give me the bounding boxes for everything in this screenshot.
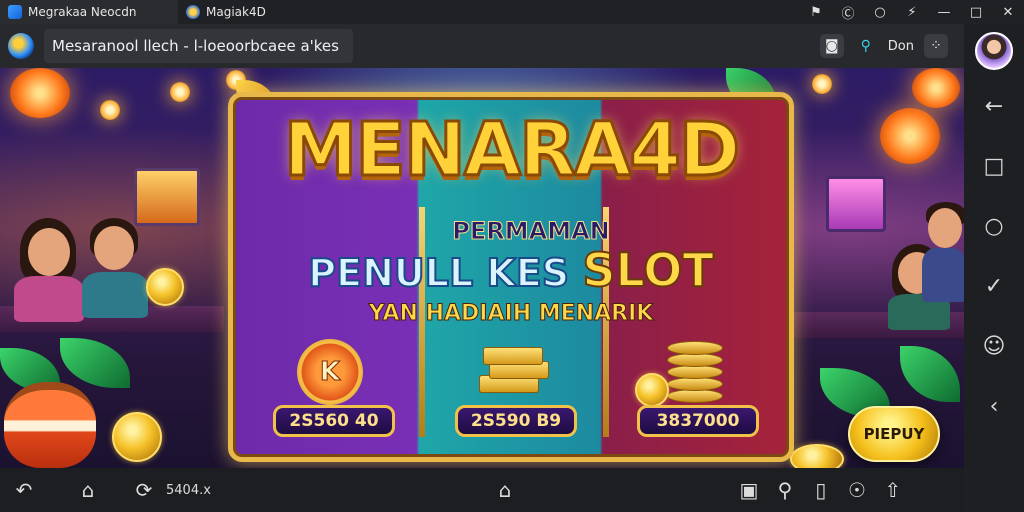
avatar[interactable]: [975, 32, 1013, 70]
banner-line-2a: PENULL KES: [307, 250, 570, 296]
lantern-decoration: [880, 108, 940, 164]
don-label[interactable]: Don: [888, 39, 914, 54]
profile-icon[interactable]: ⚑: [800, 0, 832, 24]
coin-icon: [186, 5, 200, 19]
close-icon[interactable]: ✕: [992, 0, 1024, 24]
search-icon[interactable]: ⚲: [854, 34, 878, 58]
location-icon[interactable]: ☉: [839, 472, 875, 508]
coin-stack: [667, 377, 723, 391]
tab-label: Magiak4D: [206, 5, 266, 19]
game-banner[interactable]: MENARA4D PERMAMAN PENULL KES SLOT YAN HA…: [0, 68, 964, 468]
slot-banner-frame: MENARA4D PERMAMAN PENULL KES SLOT YAN HA…: [228, 92, 794, 462]
leaf-decoration: [60, 338, 130, 388]
shield-icon[interactable]: ○: [864, 0, 896, 24]
gold-coin: [635, 373, 669, 407]
tab-megrakaa[interactable]: Megrakaa Neocdn: [0, 0, 178, 24]
emoji-icon[interactable]: ☺: [974, 326, 1014, 366]
banner-line-2b: SLOT: [581, 242, 714, 298]
light-bulb: [170, 82, 190, 102]
maximize-icon[interactable]: □: [960, 0, 992, 24]
light-bulb: [100, 100, 120, 120]
prize-box-3: 3837000: [637, 405, 759, 437]
bottom-counter: 5404.x: [166, 482, 211, 498]
coin-stack: [667, 353, 723, 367]
home-circle-icon[interactable]: ○: [974, 206, 1014, 246]
banner-line-1: PERMAMAN: [452, 217, 610, 246]
light-bulb: [812, 74, 832, 94]
recent-apps-icon[interactable]: □: [974, 146, 1014, 186]
banner-line-2: PENULL KES SLOT: [233, 242, 789, 298]
check-icon[interactable]: ✓: [974, 266, 1014, 306]
address-bar: Mesaranool llech - l-loeoorbcaee a'kes ◙…: [0, 24, 964, 68]
search-icon[interactable]: ⚲: [767, 472, 803, 508]
tab-bar: Megrakaa Neocdn Magiak4D ⚑ Ⓒ ○ ⚡ — □ ✕: [0, 0, 1024, 24]
url-field[interactable]: Mesaranool llech - l-loeoorbcaee a'kes: [44, 29, 353, 63]
gold-coin: [112, 412, 162, 462]
coin-stack: [667, 389, 723, 403]
bookmark-icon[interactable]: ▯: [803, 472, 839, 508]
screenshot-icon[interactable]: ▣: [731, 472, 767, 508]
tab-magiak4d[interactable]: Magiak4D: [178, 0, 358, 24]
home-button-icon[interactable]: ⌂: [487, 472, 523, 508]
player-figure: [74, 218, 154, 318]
gold-coin: [790, 444, 844, 468]
gold-bars: [479, 345, 555, 395]
lantern-decoration: [912, 68, 960, 108]
grid-icon[interactable]: ⁘: [924, 34, 948, 58]
banner-line-3: YAN HADIAIH MENARIK: [368, 301, 654, 327]
copyright-icon[interactable]: Ⓒ: [832, 0, 864, 24]
home-icon[interactable]: ⌂: [70, 472, 106, 508]
player-figure: [922, 202, 964, 302]
browser-window: Megrakaa Neocdn Magiak4D ⚑ Ⓒ ○ ⚡ — □ ✕ M…: [0, 0, 1024, 512]
gold-coin: [146, 268, 184, 306]
k-badge: K: [297, 339, 363, 405]
camera-icon[interactable]: ◙: [819, 34, 844, 58]
share-icon[interactable]: ⇧: [875, 472, 911, 508]
prize-box-2: 2S590 B9: [455, 405, 577, 437]
street-lamp: [826, 176, 886, 232]
play-button[interactable]: PIEPUY: [848, 406, 940, 462]
side-nav: ← □ ○ ✓ ☺ ‹: [964, 24, 1024, 512]
app-icon: [8, 5, 22, 19]
lantern-decoration: [10, 68, 70, 118]
coin-stack: [667, 365, 723, 379]
treasure-pot: [4, 382, 96, 468]
bolt-icon[interactable]: ⚡: [896, 0, 928, 24]
tab-label: Megrakaa Neocdn: [28, 5, 137, 19]
back-arrow-icon[interactable]: ←: [974, 86, 1014, 126]
coin-stack: [667, 341, 723, 355]
rotate-icon[interactable]: ⟳: [126, 472, 162, 508]
prize-box-1: 2S560 40: [273, 405, 395, 437]
minimize-icon[interactable]: —: [928, 0, 960, 24]
bottom-bar: ↶ ⌂ ⟳ 5404.x ⌂ ▣ ⚲ ▯ ☉ ⇧: [0, 468, 964, 512]
leaf-decoration: [900, 346, 960, 402]
banner-title: MENARA4D: [282, 106, 742, 195]
chevron-left-icon[interactable]: ‹: [974, 386, 1014, 426]
site-favicon: [8, 33, 34, 59]
address-tools: ◙ ⚲ Don ⁘: [819, 34, 948, 58]
window-controls: ⚑ Ⓒ ○ ⚡ — □ ✕: [800, 0, 1024, 24]
back-icon[interactable]: ↶: [6, 472, 42, 508]
